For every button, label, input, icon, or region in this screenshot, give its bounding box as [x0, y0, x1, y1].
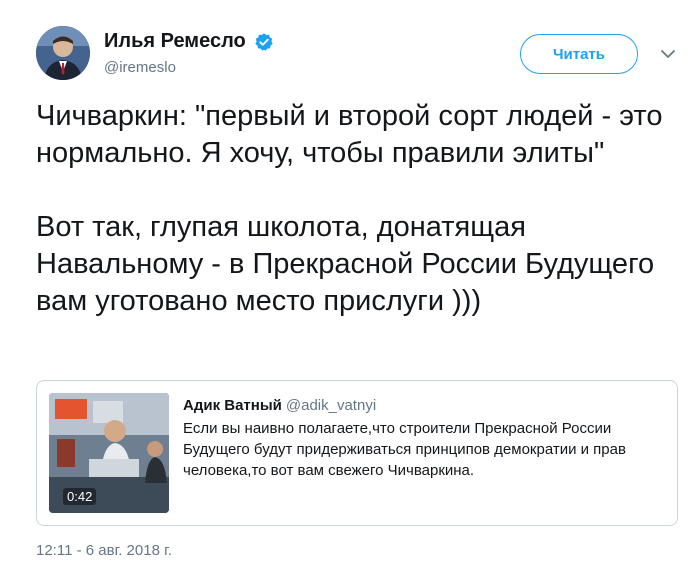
- quoted-tweet[interactable]: 0:42 Адик Ватный @adik_vatnyi Если вы наи…: [36, 380, 678, 526]
- tweet-text: Чичваркин: "первый и второй сорт людей -…: [36, 98, 686, 320]
- avatar[interactable]: [36, 26, 90, 80]
- tweet-timestamp[interactable]: 12:11 - 6 авг. 2018 г.: [36, 542, 172, 559]
- quoted-author: Адик Ватный @adik_vatnyi: [183, 397, 663, 414]
- verified-badge-icon: [255, 32, 273, 51]
- video-duration: 0:42: [63, 488, 97, 505]
- follow-button[interactable]: Читать: [520, 34, 638, 74]
- author-name[interactable]: Илья Ремесло: [104, 30, 246, 53]
- author-handle[interactable]: @iremeslo: [104, 59, 274, 76]
- tweet-paragraph: Вот так, глупая школота, донатящая Навал…: [36, 211, 655, 317]
- quoted-tweet-text: Если вы наивно полагаете,что строители П…: [183, 420, 626, 479]
- tweet-paragraph: Чичваркин: "первый и второй сорт людей -…: [36, 100, 663, 169]
- video-thumbnail[interactable]: 0:42: [49, 393, 169, 513]
- avatar-photo: [36, 26, 90, 80]
- quoted-author-handle[interactable]: @adik_vatnyi: [286, 397, 376, 414]
- tweet-header: Илья Ремесло @iremeslo Читать: [36, 26, 676, 82]
- author-block: Илья Ремесло @iremeslo: [104, 30, 274, 76]
- quoted-author-name[interactable]: Адик Ватный: [183, 397, 282, 414]
- chevron-down-icon[interactable]: [660, 46, 676, 62]
- quoted-tweet-body: Адик Ватный @adik_vatnyi Если вы наивно п…: [183, 397, 663, 481]
